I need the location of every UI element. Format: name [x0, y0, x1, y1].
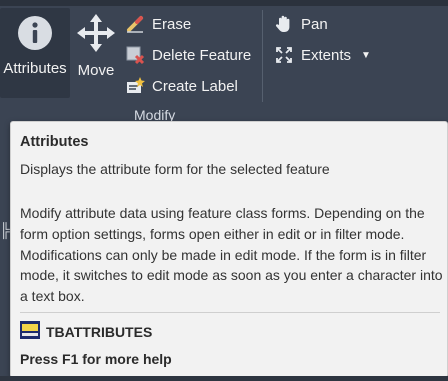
background-glyph: ╠: [0, 222, 10, 238]
create-label-button[interactable]: Create Label: [124, 75, 238, 97]
move-button[interactable]: Move: [73, 8, 119, 98]
zoom-extents-icon: [273, 45, 295, 65]
ribbon-top-edge: [0, 0, 448, 6]
chevron-down-icon[interactable]: ▼: [361, 50, 371, 61]
hand-pan-icon: [273, 14, 295, 34]
attributes-tooltip: Attributes Displays the attribute form f…: [10, 121, 448, 378]
tooltip-summary: Displays the attribute form for the sele…: [20, 161, 330, 177]
extents-label: Extents: [301, 46, 352, 64]
eraser-icon: [124, 14, 146, 34]
create-label-label: Create Label: [152, 77, 238, 95]
tooltip-title: Attributes: [20, 134, 89, 150]
delete-feature-button[interactable]: Delete Feature: [124, 44, 251, 66]
tooltip-command: TBATTRIBUTES: [20, 321, 152, 342]
pan-label: Pan: [301, 15, 328, 33]
move-label: Move: [77, 62, 115, 79]
delete-feature-icon: [124, 45, 146, 65]
pan-button[interactable]: Pan: [273, 13, 328, 35]
move-arrows-icon: [75, 12, 117, 54]
ribbon-separator: [262, 10, 263, 102]
erase-button[interactable]: Erase: [124, 13, 191, 35]
create-label-icon: [124, 76, 146, 96]
attributes-button[interactable]: Attributes: [0, 8, 70, 98]
erase-label: Erase: [152, 15, 192, 33]
ribbon-panel: Attributes Move Erase Delete Feature Cre…: [0, 0, 448, 125]
tooltip-help-text: Press F1 for more help: [20, 351, 172, 367]
bottom-strip: [0, 376, 448, 381]
attributes-label: Attributes: [3, 60, 67, 77]
delete-feature-label: Delete Feature: [152, 46, 252, 64]
info-icon: [16, 14, 54, 52]
extents-button[interactable]: Extents ▼: [273, 44, 371, 66]
tooltip-divider: [20, 312, 440, 313]
tooltip-body: Modify attribute data using feature clas…: [20, 205, 443, 305]
command-name: TBATTRIBUTES: [46, 323, 153, 340]
command-icon: [20, 321, 40, 342]
